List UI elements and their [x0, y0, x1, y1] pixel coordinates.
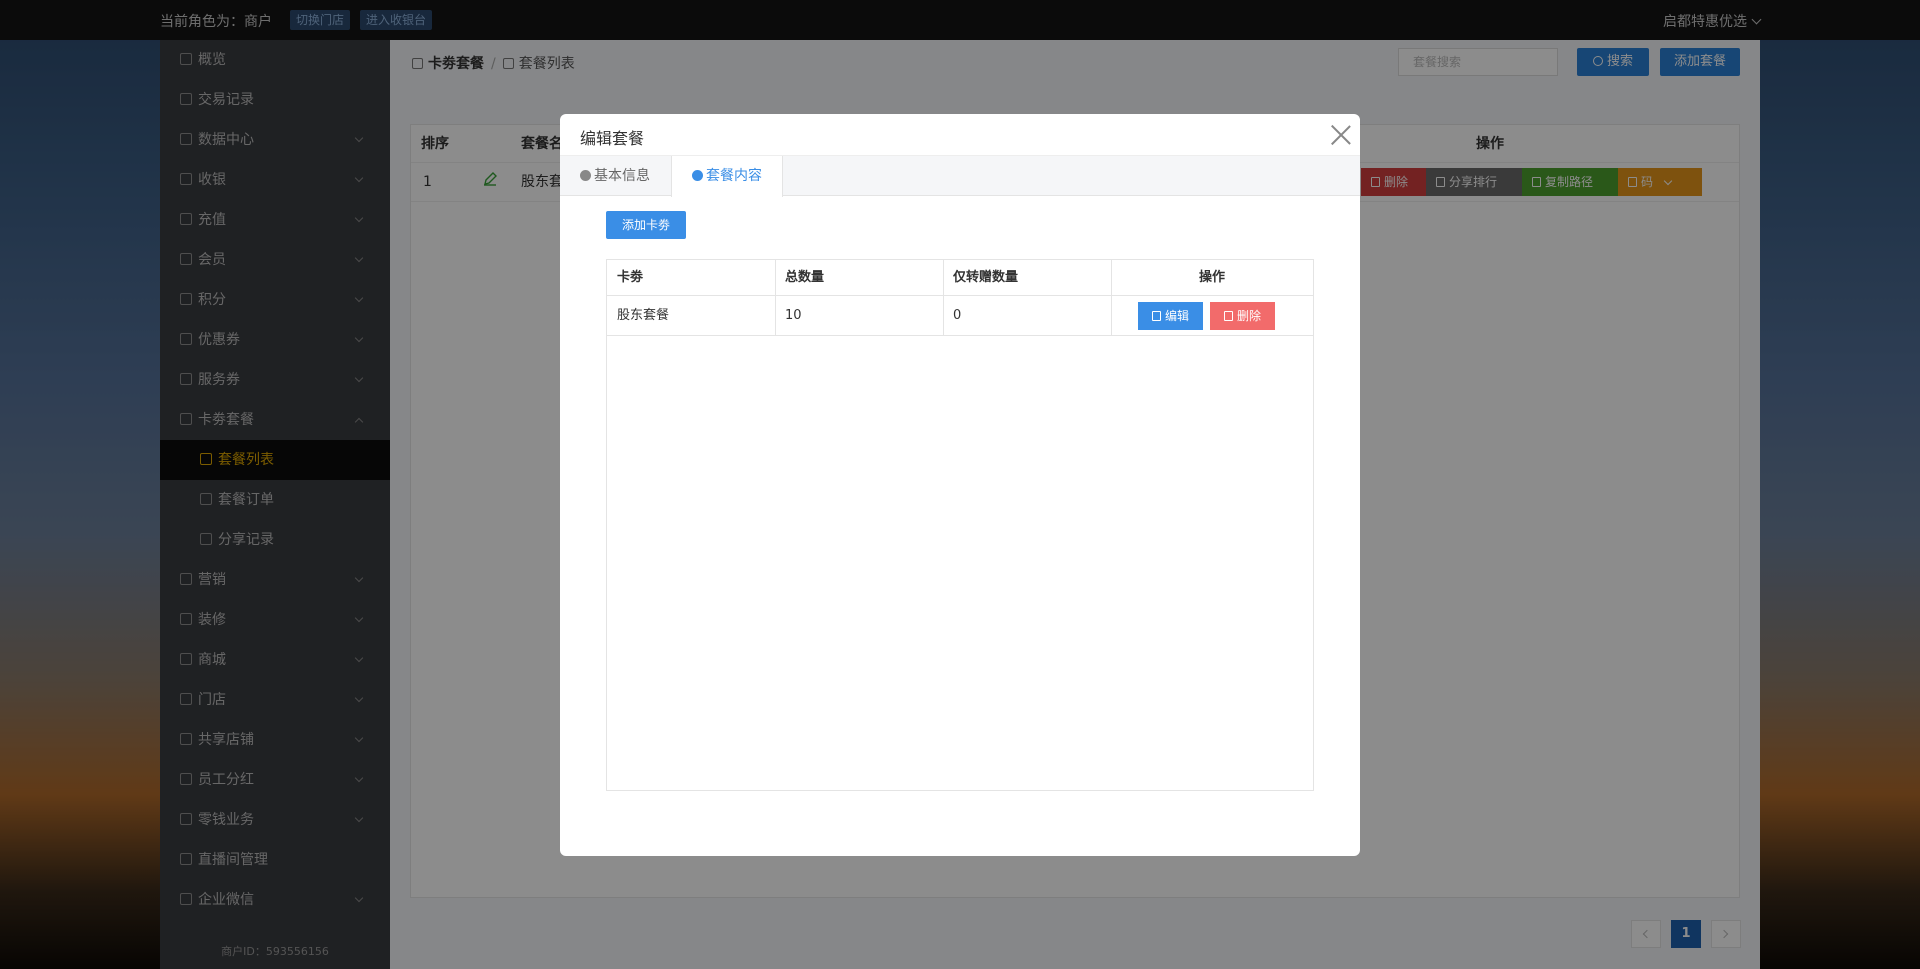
tab-package-content[interactable]: 套餐内容: [671, 156, 783, 197]
column-header: 总数量: [785, 270, 825, 285]
column-divider: [775, 260, 776, 336]
modal-header: 编辑套餐: [560, 114, 1360, 156]
package-content-table: 卡劵 总数量 仅转赠数量 操作 股东套餐 10 0 编辑 删除: [606, 259, 1314, 791]
delete-label: 删除: [1237, 309, 1262, 323]
delete-coupon-button[interactable]: 删除: [1210, 302, 1276, 330]
total-quantity: 10: [785, 308, 802, 323]
pen-icon: [1152, 311, 1161, 321]
coupon-name: 股东套餐: [617, 308, 670, 323]
column-divider: [943, 260, 944, 336]
column-header: 仅转赠数量: [953, 270, 1019, 285]
tab-basic-info[interactable]: 基本信息: [560, 156, 670, 196]
tab-label: 套餐内容: [706, 168, 762, 184]
tab-label: 基本信息: [594, 168, 650, 184]
modal-tab-bar: 基本信息 套餐内容: [560, 156, 1360, 197]
edit-label: 编辑: [1165, 309, 1190, 323]
add-coupon-button[interactable]: 添加卡劵: [606, 211, 686, 239]
edit-coupon-button[interactable]: 编辑: [1138, 302, 1204, 330]
column-divider: [1111, 260, 1112, 336]
column-header: 卡劵: [617, 270, 644, 285]
column-header: 操作: [1198, 270, 1225, 285]
table-row: 股东套餐 10 0: [607, 296, 1313, 336]
info-icon: [580, 170, 591, 181]
close-icon[interactable]: [1330, 124, 1352, 146]
table-header: 卡劵 总数量 仅转赠数量 操作: [607, 260, 1313, 296]
edit-package-modal: 编辑套餐 基本信息 套餐内容 添加卡劵 卡劵 总数量 仅转赠数量 操作 股东套餐…: [560, 114, 1360, 856]
trash-icon: [1224, 311, 1233, 321]
info-icon: [692, 170, 703, 181]
transfer-only-quantity: 0: [953, 308, 962, 323]
modal-title: 编辑套餐: [580, 129, 645, 148]
